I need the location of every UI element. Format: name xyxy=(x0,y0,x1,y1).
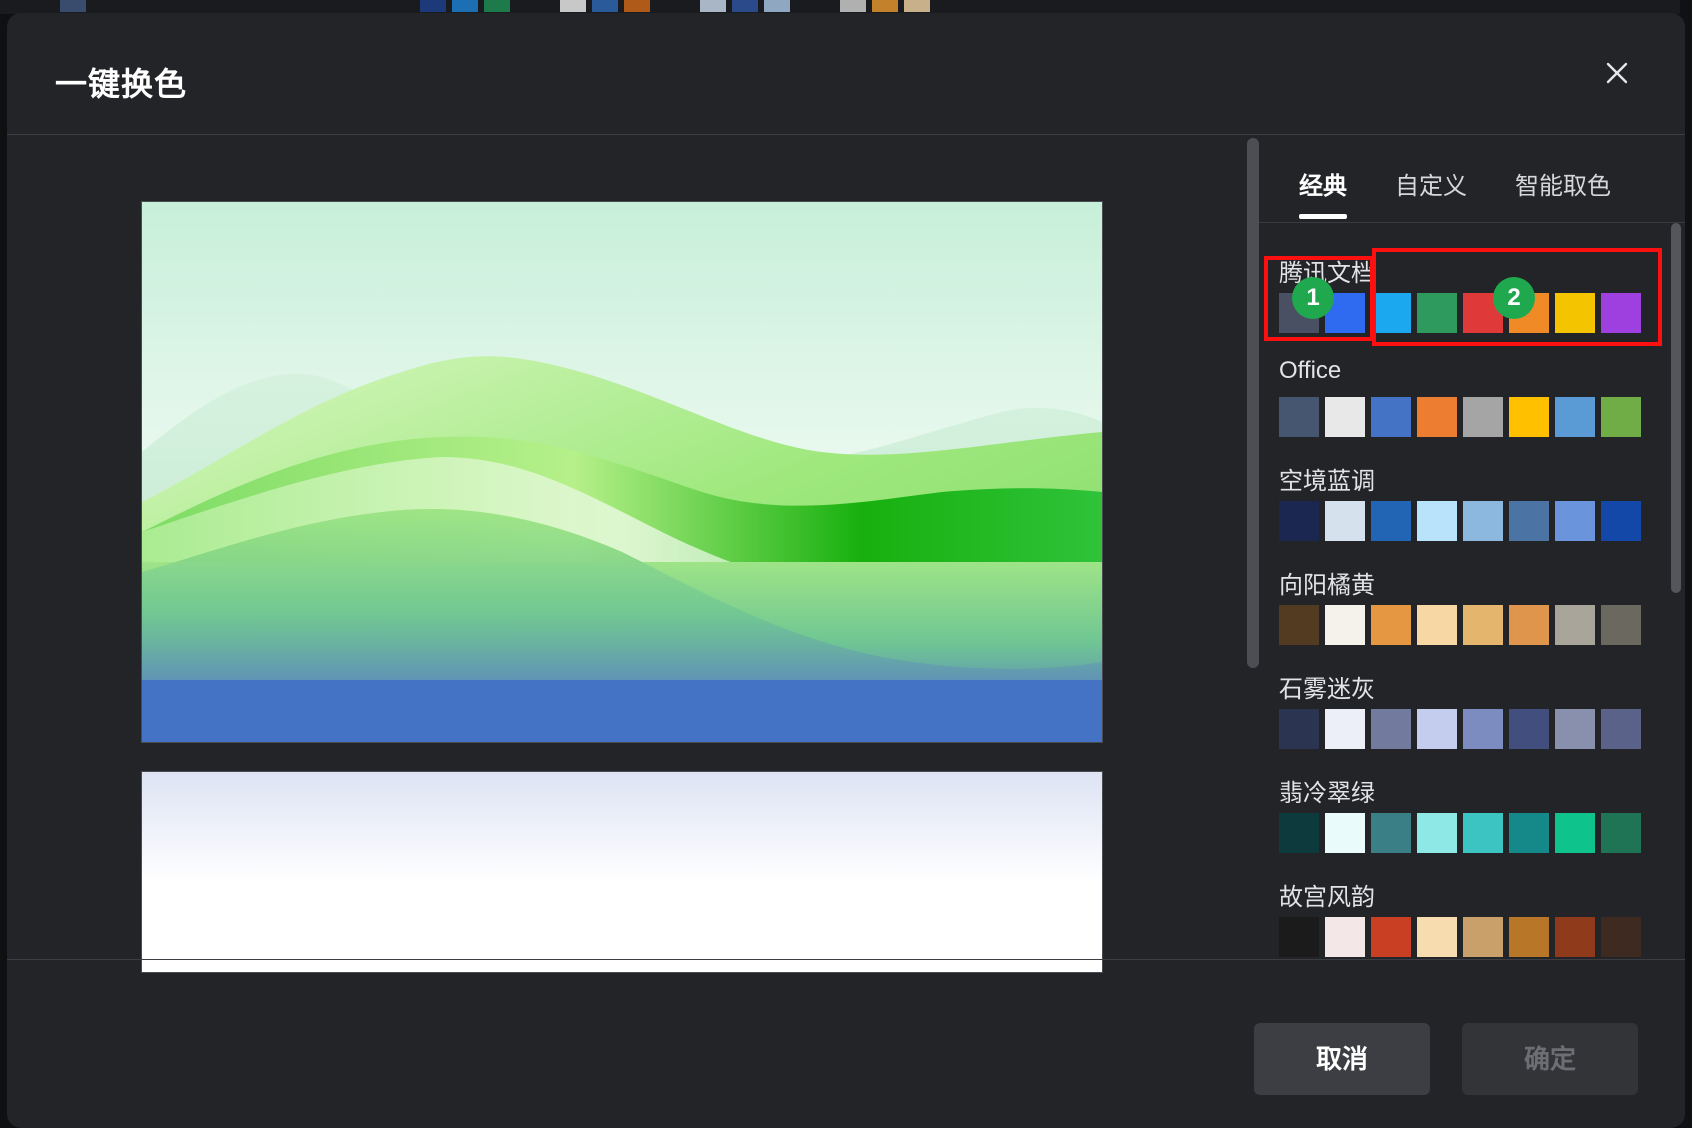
color-swatch[interactable] xyxy=(1601,397,1641,437)
footer-divider xyxy=(7,959,1685,960)
palette-name: 翡冷翠绿 xyxy=(1279,780,1375,807)
tab-bar: 经典 自定义 智能取色 xyxy=(1259,138,1685,223)
color-swatch[interactable] xyxy=(1601,917,1641,957)
tab-custom[interactable]: 自定义 xyxy=(1395,166,1467,201)
color-swatch[interactable] xyxy=(1601,813,1641,853)
color-swatch[interactable] xyxy=(1325,501,1365,541)
color-swatch[interactable] xyxy=(1601,709,1641,749)
color-swatch[interactable] xyxy=(1371,501,1411,541)
color-swatch[interactable] xyxy=(1463,397,1503,437)
annotation-badge-2: 2 xyxy=(1493,277,1535,319)
dialog-title: 一键换色 xyxy=(55,66,188,102)
color-swatch[interactable] xyxy=(1279,813,1319,853)
palette-name: 向阳橘黄 xyxy=(1279,572,1375,599)
color-swatch[interactable] xyxy=(1279,501,1319,541)
swatch-row xyxy=(1279,813,1659,855)
color-swatch[interactable] xyxy=(1555,501,1595,541)
color-swatch[interactable] xyxy=(1279,709,1319,749)
color-swatch[interactable] xyxy=(1417,501,1457,541)
color-swatch[interactable] xyxy=(1509,813,1549,853)
confirm-button[interactable]: 确定 xyxy=(1462,1023,1638,1095)
green-hills-image xyxy=(142,202,1102,742)
annotation-badge-1: 1 xyxy=(1292,277,1334,319)
color-swatch[interactable] xyxy=(1417,917,1457,957)
color-swatch[interactable] xyxy=(1371,813,1411,853)
header-divider xyxy=(7,134,1685,135)
color-swatch[interactable] xyxy=(1371,917,1411,957)
color-swatch[interactable] xyxy=(1417,709,1457,749)
color-swatch[interactable] xyxy=(1417,605,1457,645)
swatch-row xyxy=(1279,605,1659,647)
palette-scrollbar[interactable] xyxy=(1671,223,1681,593)
color-swatch[interactable] xyxy=(1279,605,1319,645)
swatch-row xyxy=(1279,501,1659,543)
cancel-button[interactable]: 取消 xyxy=(1254,1023,1430,1095)
color-swatch[interactable] xyxy=(1371,709,1411,749)
color-swatch[interactable] xyxy=(1555,709,1595,749)
color-swatch[interactable] xyxy=(1325,605,1365,645)
slide-preview-2[interactable] xyxy=(141,771,1103,973)
color-swatch[interactable] xyxy=(1279,397,1319,437)
color-swatch[interactable] xyxy=(1463,605,1503,645)
active-tab-indicator xyxy=(1299,214,1347,219)
swatch-row xyxy=(1279,397,1659,439)
color-swatch[interactable] xyxy=(1509,501,1549,541)
color-swatch[interactable] xyxy=(1325,397,1365,437)
color-swatch[interactable] xyxy=(1463,813,1503,853)
tab-smart-pick[interactable]: 智能取色 xyxy=(1515,166,1611,201)
palette-name: 空境蓝调 xyxy=(1279,468,1375,495)
color-swatch[interactable] xyxy=(1509,605,1549,645)
color-swatch[interactable] xyxy=(1325,709,1365,749)
color-swatch[interactable] xyxy=(1509,397,1549,437)
recolor-dialog: 一键换色 经典 自定义 智能取色 腾讯文档 Office 空境蓝调 向阳橘黄 石… xyxy=(7,13,1685,1128)
color-swatch[interactable] xyxy=(1371,397,1411,437)
color-swatch[interactable] xyxy=(1555,813,1595,853)
background-toolbar xyxy=(0,0,1692,14)
color-swatch[interactable] xyxy=(1601,501,1641,541)
slide-preview-1[interactable] xyxy=(141,201,1103,743)
swatch-row xyxy=(1279,709,1659,751)
color-swatch[interactable] xyxy=(1325,917,1365,957)
tab-classic[interactable]: 经典 xyxy=(1299,166,1347,201)
color-swatch[interactable] xyxy=(1509,709,1549,749)
color-swatch[interactable] xyxy=(1509,917,1549,957)
palette-name: 石雾迷灰 xyxy=(1279,676,1375,703)
color-swatch[interactable] xyxy=(1555,605,1595,645)
color-swatch[interactable] xyxy=(1371,605,1411,645)
color-swatch[interactable] xyxy=(1417,813,1457,853)
color-swatch[interactable] xyxy=(1463,709,1503,749)
color-swatch[interactable] xyxy=(1417,397,1457,437)
preview-scrollbar[interactable] xyxy=(1247,138,1259,668)
color-swatch[interactable] xyxy=(1555,397,1595,437)
color-swatch[interactable] xyxy=(1325,813,1365,853)
color-swatch[interactable] xyxy=(1555,917,1595,957)
close-icon[interactable] xyxy=(1597,53,1637,93)
palette-name: 故宫风韵 xyxy=(1279,884,1375,911)
color-swatch[interactable] xyxy=(1463,501,1503,541)
color-swatch[interactable] xyxy=(1279,917,1319,957)
palette-name: Office xyxy=(1279,357,1342,384)
color-swatch[interactable] xyxy=(1601,605,1641,645)
color-swatch[interactable] xyxy=(1463,917,1503,957)
white-gradient-image xyxy=(142,772,1102,972)
swatch-row xyxy=(1279,917,1659,959)
